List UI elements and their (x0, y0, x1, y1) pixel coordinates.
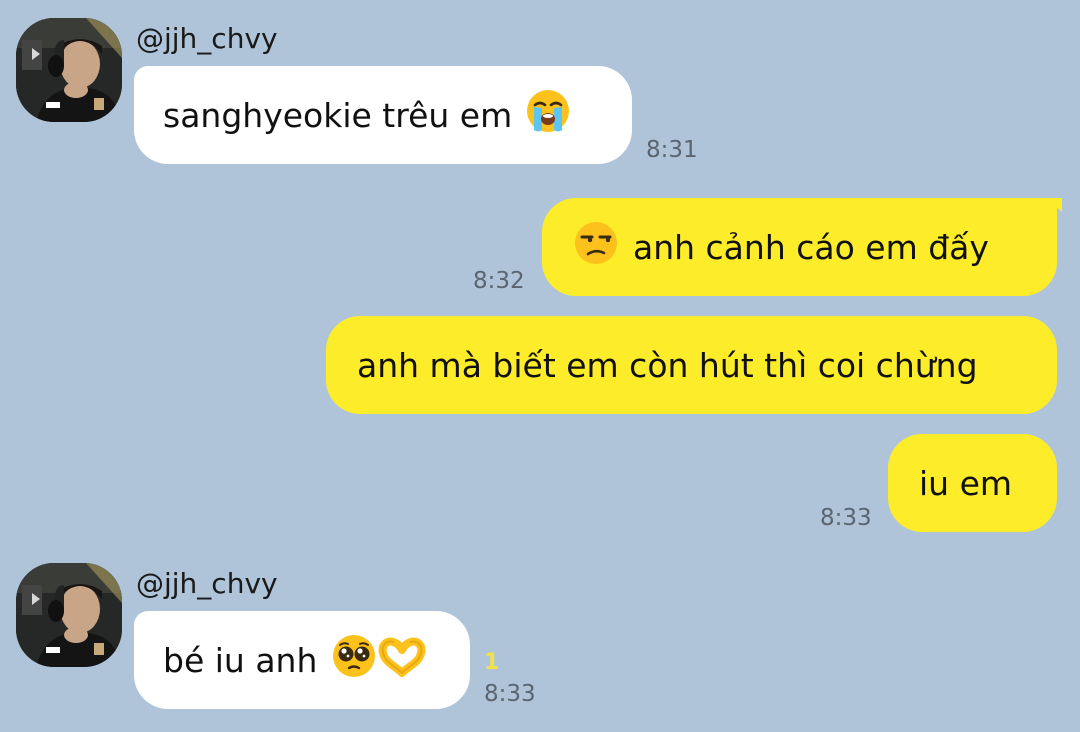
message-bubble-outgoing[interactable]: iu em (888, 434, 1057, 532)
message-time: 8:31 (646, 137, 698, 163)
unread-count: 1 (484, 650, 500, 675)
message-text: bé iu anh (163, 640, 318, 680)
message-text: sanghyeokie trêu em (163, 95, 513, 135)
message-text: anh cảnh cáo em đấy (633, 227, 989, 267)
message-bubble-outgoing[interactable]: anh cảnh cáo em đấy (542, 198, 1062, 296)
sender-name: @jjh_chvy (136, 567, 278, 600)
message-bubble-incoming[interactable]: sanghyeokie trêu em (134, 66, 632, 164)
pleading-face-icon (331, 633, 377, 687)
avatar-photo (16, 563, 122, 667)
sender-avatar[interactable] (16, 18, 122, 122)
message-time: 8:33 (484, 681, 536, 707)
avatar-photo (16, 18, 122, 122)
message-text: anh mà biết em còn hút thì coi chừng (357, 345, 978, 385)
message-time: 8:32 (473, 268, 525, 294)
loudly-crying-face-icon (525, 88, 571, 142)
sender-name: @jjh_chvy (136, 22, 278, 55)
message-bubble-outgoing[interactable]: anh mà biết em còn hút thì coi chừng (326, 316, 1057, 414)
message-time: 8:33 (820, 505, 872, 531)
sender-avatar[interactable] (16, 563, 122, 667)
message-bubble-incoming[interactable]: bé iu anh (134, 611, 470, 709)
heart-hands-icon (377, 633, 427, 687)
unamused-face-icon (573, 220, 619, 274)
message-text: iu em (919, 463, 1013, 503)
